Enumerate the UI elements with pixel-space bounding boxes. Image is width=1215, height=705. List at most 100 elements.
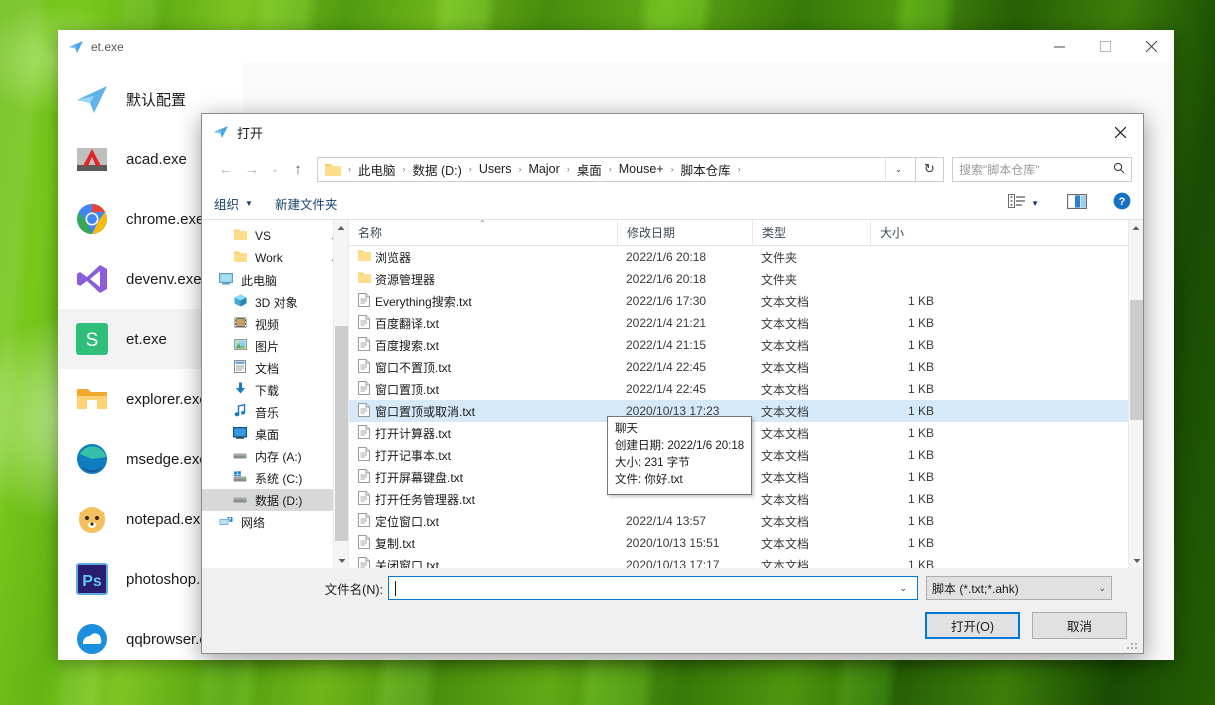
file-list-scrollbar[interactable]	[1128, 220, 1143, 568]
nav-tree-item[interactable]: 音乐	[202, 401, 348, 423]
drive-icon	[230, 493, 250, 507]
text-file-icon	[358, 292, 375, 310]
downloads-icon	[230, 382, 250, 398]
file-row[interactable]: 百度翻译.txt 2022/1/4 21:21 文本文档 1 KB	[349, 312, 1143, 334]
file-row[interactable]: 百度搜索.txt 2022/1/4 21:15 文本文档 1 KB	[349, 334, 1143, 356]
filename-input[interactable]: ⌄	[388, 576, 918, 600]
breadcrumb-item-0[interactable]: 此电脑	[355, 160, 399, 179]
help-icon[interactable]: ?	[1113, 192, 1131, 215]
column-header[interactable]: 大小	[870, 220, 950, 246]
breadcrumb-item-2[interactable]: Users	[476, 162, 515, 176]
file-name-cell: 打开屏幕键盘.txt	[349, 468, 617, 486]
navigation-pane-scrollbar[interactable]	[333, 220, 348, 568]
column-header[interactable]: 修改日期	[617, 220, 752, 246]
view-options-icon[interactable]	[1008, 194, 1026, 213]
file-size-cell: 1 KB	[907, 360, 934, 374]
text-file-icon	[358, 336, 375, 354]
file-name-cell: 打开记事本.txt	[349, 446, 617, 464]
file-row[interactable]: 定位窗口.txt 2022/1/4 13:57 文本文档 1 KB	[349, 510, 1143, 532]
file-name-label: Everything搜索.txt	[375, 294, 472, 309]
column-header[interactable]: 类型	[752, 220, 870, 246]
nav-tree-item[interactable]: 文档	[202, 357, 348, 379]
file-row[interactable]: 窗口置顶.txt 2022/1/4 22:45 文本文档 1 KB	[349, 378, 1143, 400]
text-file-icon	[358, 380, 375, 398]
scrollbar-thumb[interactable]	[1130, 300, 1143, 420]
breadcrumb-item-1[interactable]: 数据 (D:)	[410, 160, 465, 179]
nav-tree-item[interactable]: 下载	[202, 379, 348, 401]
file-type-filter-select[interactable]: 脚本 (*.txt;*.ahk) ⌄	[926, 576, 1112, 600]
breadcrumb-item-3[interactable]: Major	[525, 162, 562, 176]
nav-tree-item-label: 文档	[255, 361, 280, 376]
back-button[interactable]: ←	[213, 156, 239, 182]
nav-tree-item-label: 图片	[255, 339, 280, 354]
maximize-button[interactable]	[1082, 30, 1128, 62]
edge-icon	[72, 439, 112, 479]
minimize-button[interactable]	[1036, 30, 1082, 62]
dialog-button-row: 打开(O) 取消	[925, 612, 1127, 639]
organize-button[interactable]: 组织 ▼	[214, 194, 253, 213]
nav-tree-item-label: 下载	[255, 383, 280, 398]
scroll-up-arrow[interactable]	[334, 220, 348, 235]
file-row[interactable]: 关闭窗口.txt 2020/10/13 17:17 文本文档 1 KB	[349, 554, 1143, 568]
open-button[interactable]: 打开(O)	[925, 612, 1020, 639]
nav-tree-item[interactable]: 桌面	[202, 423, 348, 445]
nav-tree-item[interactable]: 系统 (C:)	[202, 467, 348, 489]
chevron-down-icon[interactable]: ⌄	[885, 157, 911, 181]
file-list-rows: 浏览器 2022/1/6 20:18 文件夹 资源管理器 2022/1/6 20:18 文…	[349, 246, 1143, 568]
file-row[interactable]: Everything搜索.txt 2022/1/6 17:30 文本文档 1 KB	[349, 290, 1143, 312]
preview-pane-icon[interactable]	[1066, 193, 1088, 214]
nav-tree-item[interactable]: 网络	[202, 511, 348, 533]
recent-locations-button[interactable]: ⌄	[265, 156, 285, 182]
nav-tree-item[interactable]: 内存 (A:)	[202, 445, 348, 467]
breadcrumb-separator: ›	[566, 164, 570, 174]
navigation-tree: VS Work 此电脑 3D 对象视频图片文档下载音乐桌面内存 (A:) 系统 (C:)…	[202, 225, 348, 533]
nav-tree-item-label: 3D 对象	[255, 295, 298, 310]
chrome-icon	[72, 199, 112, 239]
close-button[interactable]	[1128, 30, 1174, 62]
folder-icon	[358, 272, 375, 286]
nav-tree-item[interactable]: 视频	[202, 313, 348, 335]
breadcrumb-item-6[interactable]: 脚本仓库	[678, 160, 734, 179]
up-button[interactable]: ↑	[285, 156, 311, 182]
file-name-label: 窗口置顶.txt	[375, 382, 440, 397]
new-folder-button[interactable]: 新建文件夹	[275, 194, 338, 213]
file-type-cell: 文本文档	[761, 360, 810, 375]
file-type-cell: 文本文档	[761, 426, 810, 441]
file-size-cell: 1 KB	[907, 448, 934, 462]
file-row[interactable]: 窗口不置顶.txt 2022/1/4 22:45 文本文档 1 KB	[349, 356, 1143, 378]
file-size-cell: 1 KB	[907, 404, 934, 418]
refresh-button[interactable]: ↻	[916, 156, 944, 182]
file-date-cell: 2022/1/4 21:21	[626, 316, 707, 330]
dialog-close-button[interactable]	[1097, 114, 1143, 150]
breadcrumb-item-4[interactable]: 桌面	[574, 160, 605, 179]
resize-grip[interactable]	[1127, 638, 1139, 650]
tooltip-title: 聊天	[615, 423, 638, 435]
background-window-titlebar: et.exe	[58, 30, 1174, 63]
nav-tree-item[interactable]: 3D 对象	[202, 291, 348, 313]
nav-tree-item[interactable]: 此电脑	[202, 269, 348, 291]
file-list-pane: 名称 修改日期 类型 大小 ⌃ 浏览器 2022/1/6 20:18 文件夹 资源管理器 20…	[348, 220, 1143, 568]
chevron-down-icon[interactable]: ⌄	[893, 583, 913, 594]
scroll-down-arrow[interactable]	[1129, 553, 1143, 568]
scrollbar-thumb[interactable]	[335, 326, 348, 541]
chevron-down-icon[interactable]: ▼	[1031, 199, 1039, 208]
search-input[interactable]: 搜索"脚本仓库"	[952, 156, 1132, 182]
breadcrumb[interactable]: › 此电脑 › 数据 (D:) › Users › Major › 桌面 › M…	[317, 156, 916, 182]
scroll-down-arrow[interactable]	[334, 553, 348, 568]
scroll-up-arrow[interactable]	[1129, 220, 1143, 235]
cancel-button[interactable]: 取消	[1032, 612, 1127, 639]
file-name-label: 窗口不置顶.txt	[375, 360, 452, 375]
file-row[interactable]: 浏览器 2022/1/6 20:18 文件夹	[349, 246, 1143, 268]
forward-button[interactable]: →	[239, 156, 265, 182]
file-type-cell: 文本文档	[761, 536, 810, 551]
file-row[interactable]: 资源管理器 2022/1/6 20:18 文件夹	[349, 268, 1143, 290]
nav-tree-item-label: 桌面	[255, 427, 280, 442]
nav-tree-item[interactable]: 图片	[202, 335, 348, 357]
nav-tree-item[interactable]: VS	[202, 225, 348, 247]
breadcrumb-item-5[interactable]: Mouse+	[616, 162, 667, 176]
svg-text:?: ?	[1119, 196, 1126, 208]
nav-tree-item[interactable]: Work	[202, 247, 348, 269]
nav-tree-item[interactable]: 数据 (D:)	[202, 489, 348, 511]
app-item-label: explorer.exe	[126, 390, 208, 408]
file-row[interactable]: 复制.txt 2020/10/13 15:51 文本文档 1 KB	[349, 532, 1143, 554]
